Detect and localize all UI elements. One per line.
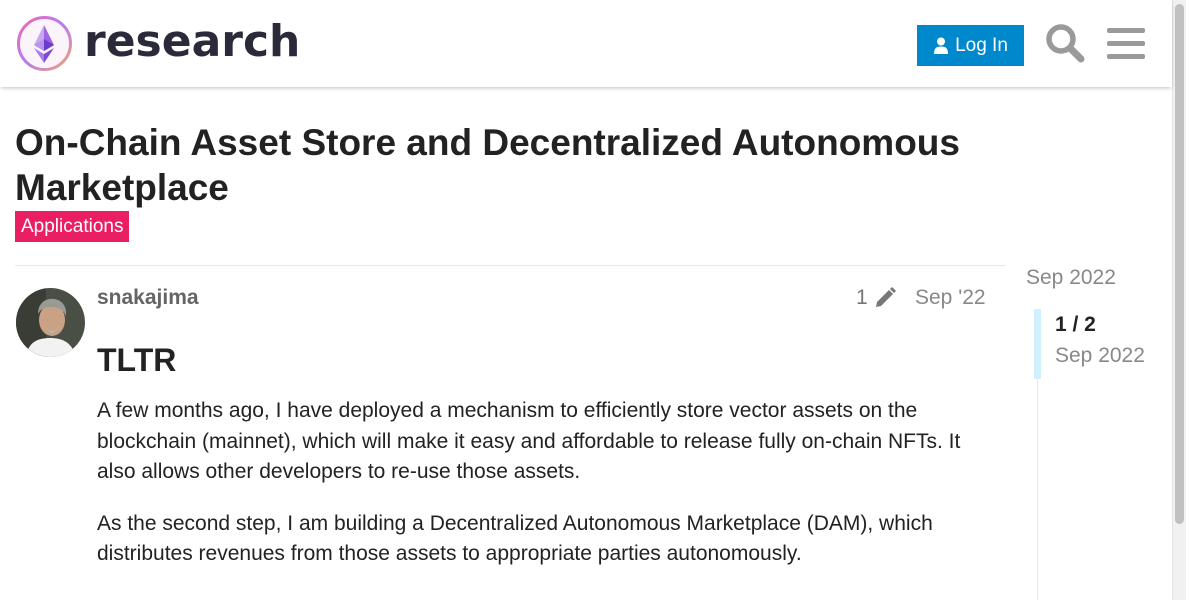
post-author-username[interactable]: snakajima xyxy=(97,286,199,310)
page-scrollbar[interactable] xyxy=(1172,0,1186,600)
site-header: research Log In xyxy=(0,0,1172,87)
post-date[interactable]: Sep '22 xyxy=(915,286,986,310)
timeline-position: 1 / 2 xyxy=(1055,313,1096,336)
category-badge[interactable]: Applications xyxy=(15,211,130,242)
post-paragraph: As the second step, I am building a Dece… xyxy=(97,511,933,566)
edit-count: 1 xyxy=(856,286,868,309)
timeline-current-date: Sep 2022 xyxy=(1055,344,1145,367)
hamburger-menu-icon[interactable] xyxy=(1107,27,1145,60)
post-paragraph: A few months ago, I have deployed a mech… xyxy=(97,399,961,483)
login-button[interactable]: Log In xyxy=(917,25,1024,66)
timeline-scroll-handle[interactable] xyxy=(1034,309,1041,379)
title-divider xyxy=(15,265,1005,266)
post-content: TLTR A few months ago, I have deployed a… xyxy=(97,340,997,591)
ethereum-logo-icon xyxy=(17,16,72,71)
pencil-icon xyxy=(875,287,896,307)
post-edit-history[interactable]: 1 xyxy=(856,286,896,310)
avatar-photo xyxy=(16,288,85,357)
search-icon[interactable] xyxy=(1045,23,1085,63)
timeline-start-date[interactable]: Sep 2022 xyxy=(1026,266,1116,290)
site-logo[interactable]: research xyxy=(16,15,300,72)
logo-text: research xyxy=(84,16,301,67)
post-heading: TLTR xyxy=(97,342,177,378)
user-icon xyxy=(934,37,949,54)
login-button-label: Log In xyxy=(955,34,1008,56)
topic-title[interactable]: On-Chain Asset Store and Decentralized A… xyxy=(15,120,1015,210)
avatar[interactable] xyxy=(16,288,85,357)
scrollbar-thumb[interactable] xyxy=(1175,4,1184,524)
